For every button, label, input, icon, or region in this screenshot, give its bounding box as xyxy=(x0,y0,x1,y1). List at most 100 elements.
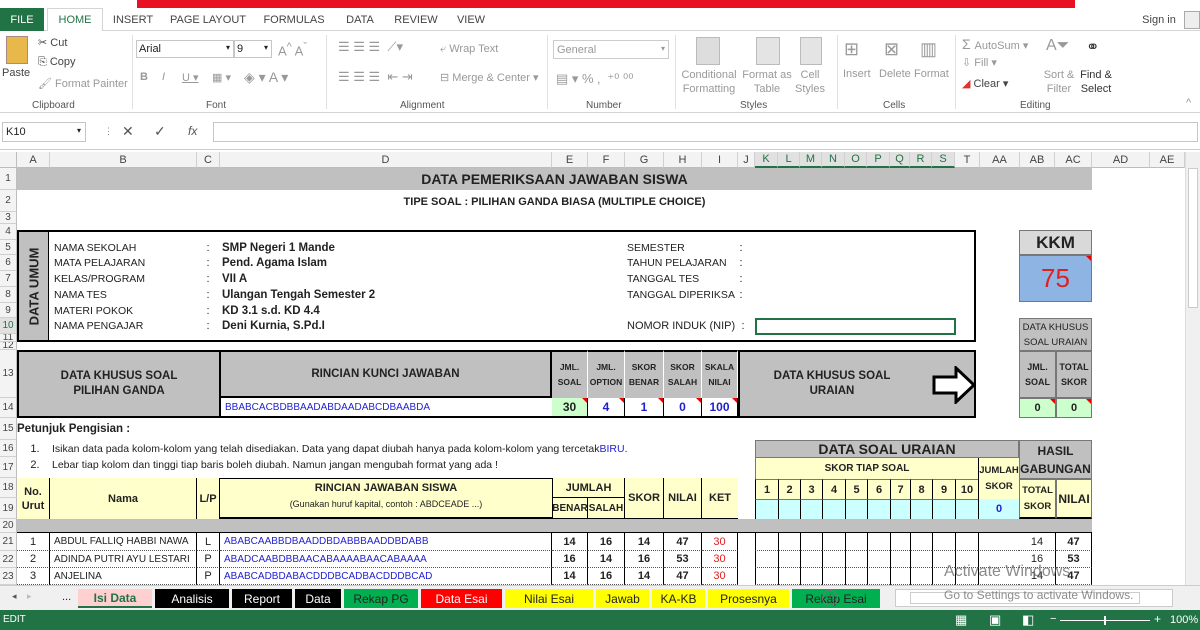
cut-button[interactable]: ✂ Cut xyxy=(38,36,67,49)
zoom-level[interactable]: 100% xyxy=(1170,614,1198,626)
column-header-a[interactable]: A xyxy=(17,152,50,168)
more-tabs-button[interactable]: ... xyxy=(62,591,71,603)
format-painter-button[interactable]: 🖌 Format Painter xyxy=(38,77,128,90)
delete-button[interactable]: Delete xyxy=(879,68,911,80)
student-no[interactable]: 1 xyxy=(17,533,50,551)
uraian-score-cell[interactable] xyxy=(932,568,955,585)
soal-max-skor-cell[interactable] xyxy=(778,499,800,519)
uraian-score-cell[interactable] xyxy=(778,533,800,551)
format-button[interactable]: Format xyxy=(914,68,949,80)
fill-button[interactable]: ⇩ Fill ▾ xyxy=(962,56,997,69)
italic-button[interactable]: I xyxy=(162,71,165,83)
autosum-button[interactable]: Σ AutoSum ▾ xyxy=(962,36,1028,52)
info-value[interactable]: SMP Negeri 1 Mande xyxy=(218,240,538,256)
info-value[interactable]: Pend. Agama Islam xyxy=(218,255,538,271)
user-avatar-icon[interactable] xyxy=(1184,11,1200,29)
column-header-ad[interactable]: AD xyxy=(1092,152,1150,168)
sheet-tab-ka-kb[interactable]: KA-KB xyxy=(652,589,705,608)
uraian-jml-soal-value[interactable]: 0 xyxy=(1019,398,1056,418)
uraian-score-cell[interactable] xyxy=(778,551,800,568)
column-header-t[interactable]: T xyxy=(955,152,980,168)
kkm-value[interactable]: 75 xyxy=(1019,255,1092,302)
soal-max-skor-cell[interactable] xyxy=(955,499,978,519)
zoom-slider-thumb[interactable] xyxy=(1104,616,1106,625)
row-header-18[interactable]: 18 xyxy=(0,478,17,498)
wrap-text-button[interactable]: ⤶ Wrap Text xyxy=(440,43,498,56)
info-value[interactable]: Ulangan Tengah Semester 2 xyxy=(218,287,538,303)
uraian-score-cell[interactable] xyxy=(910,568,932,585)
uraian-score-cell[interactable] xyxy=(932,533,955,551)
underline-button[interactable]: U ▾ xyxy=(182,71,199,84)
uraian-score-cell[interactable] xyxy=(822,533,845,551)
column-header-n[interactable]: N xyxy=(822,152,845,168)
info-value[interactable]: VII A xyxy=(218,271,538,287)
number-format-icons[interactable]: ▤ ▾ % ‚ ⁺⁰ ⁰⁰ xyxy=(556,71,633,87)
zoom-in-icon[interactable]: + xyxy=(1154,612,1161,626)
pg-value[interactable]: 0 xyxy=(664,398,702,418)
column-header-d[interactable]: D xyxy=(220,152,552,168)
pg-value[interactable]: 30 xyxy=(552,398,588,418)
pg-value[interactable]: 100 xyxy=(702,398,738,418)
soal-max-skor-cell[interactable] xyxy=(800,499,822,519)
uraian-score-cell[interactable] xyxy=(910,551,932,568)
uraian-score-cell[interactable] xyxy=(755,533,778,551)
merge-center-button[interactable]: ⊟ Merge & Center ▾ xyxy=(440,71,539,84)
tab-home[interactable]: HOME xyxy=(47,8,103,31)
uraian-score-cell[interactable] xyxy=(867,568,890,585)
row-header-10[interactable]: 10 xyxy=(0,318,17,334)
row-header-13[interactable]: 13 xyxy=(0,350,17,398)
uraian-score-cell[interactable] xyxy=(822,551,845,568)
column-header-ac[interactable]: AC xyxy=(1055,152,1092,168)
uraian-score-cell[interactable] xyxy=(845,568,867,585)
row-header-1[interactable]: 1 xyxy=(0,168,17,190)
tab-file[interactable]: FILE xyxy=(0,8,44,31)
cell-styles-button[interactable]: Cell Styles xyxy=(792,68,828,96)
student-no[interactable]: 3 xyxy=(17,568,50,585)
sheet-tab-jawab[interactable]: Jawab xyxy=(596,589,649,608)
uraian-score-cell[interactable] xyxy=(845,533,867,551)
row-header-23[interactable]: 23 xyxy=(0,568,17,585)
row-header-16[interactable]: 16 xyxy=(0,440,17,457)
row-header-2[interactable]: 2 xyxy=(0,190,17,212)
bold-button[interactable]: B xyxy=(140,71,148,83)
scroll-tabs-right-icon[interactable]: ▸ xyxy=(27,591,32,602)
student-lp[interactable]: P xyxy=(197,568,220,585)
uraian-score-cell[interactable] xyxy=(800,533,822,551)
uraian-score-cell[interactable] xyxy=(778,568,800,585)
sheet-tab-report[interactable]: Report xyxy=(232,589,292,608)
row-header-8[interactable]: 8 xyxy=(0,287,17,303)
column-header-l[interactable]: L xyxy=(778,152,800,168)
zoom-slider[interactable] xyxy=(1060,616,1150,625)
column-header-o[interactable]: O xyxy=(845,152,867,168)
horizontal-align-icons[interactable]: ☰ ☰ ☰ ⇤ ⇥ xyxy=(338,69,413,85)
uraian-total-skor-value[interactable]: 0 xyxy=(1056,398,1092,418)
enter-check-icon[interactable]: ✓ xyxy=(154,123,166,140)
cancel-icon[interactable]: ✕ xyxy=(122,123,134,140)
column-header-i[interactable]: I xyxy=(702,152,738,168)
tab-formulas[interactable]: FORMULAS xyxy=(258,8,330,31)
tab-review[interactable]: REVIEW xyxy=(390,8,442,31)
column-header-h[interactable]: H xyxy=(664,152,702,168)
column-header-s[interactable]: S xyxy=(932,152,955,168)
soal-max-skor-cell[interactable] xyxy=(755,499,778,519)
insert-button[interactable]: Insert xyxy=(843,68,871,80)
zoom-out-icon[interactable]: − xyxy=(1050,613,1056,625)
row-header-3[interactable]: 3 xyxy=(0,212,17,224)
uraian-score-cell[interactable] xyxy=(890,568,910,585)
row-header-22[interactable]: 22 xyxy=(0,551,17,568)
clear-button[interactable]: ◢ Clear ▾ xyxy=(962,77,1008,90)
uraian-score-cell[interactable] xyxy=(867,551,890,568)
soal-max-skor-cell[interactable] xyxy=(910,499,932,519)
sheet-tab-isi-data[interactable]: Isi Data xyxy=(78,589,152,608)
student-nama[interactable]: ABDUL FALLIQ HABBI NAWA xyxy=(50,533,197,551)
uraian-score-cell[interactable] xyxy=(755,568,778,585)
student-no[interactable]: 2 xyxy=(17,551,50,568)
student-nama[interactable]: ADINDA PUTRI AYU LESTARI xyxy=(50,551,197,568)
scroll-tabs-left-icon[interactable]: ◂ xyxy=(12,591,17,602)
row-header-5[interactable]: 5 xyxy=(0,240,17,255)
nip-input-selected-cell[interactable] xyxy=(755,318,956,335)
format-as-table-button[interactable]: Format as Table xyxy=(742,68,792,96)
student-lp[interactable]: L xyxy=(197,533,220,551)
uraian-score-cell[interactable] xyxy=(955,568,978,585)
sign-in-link[interactable]: Sign in xyxy=(1136,8,1182,31)
